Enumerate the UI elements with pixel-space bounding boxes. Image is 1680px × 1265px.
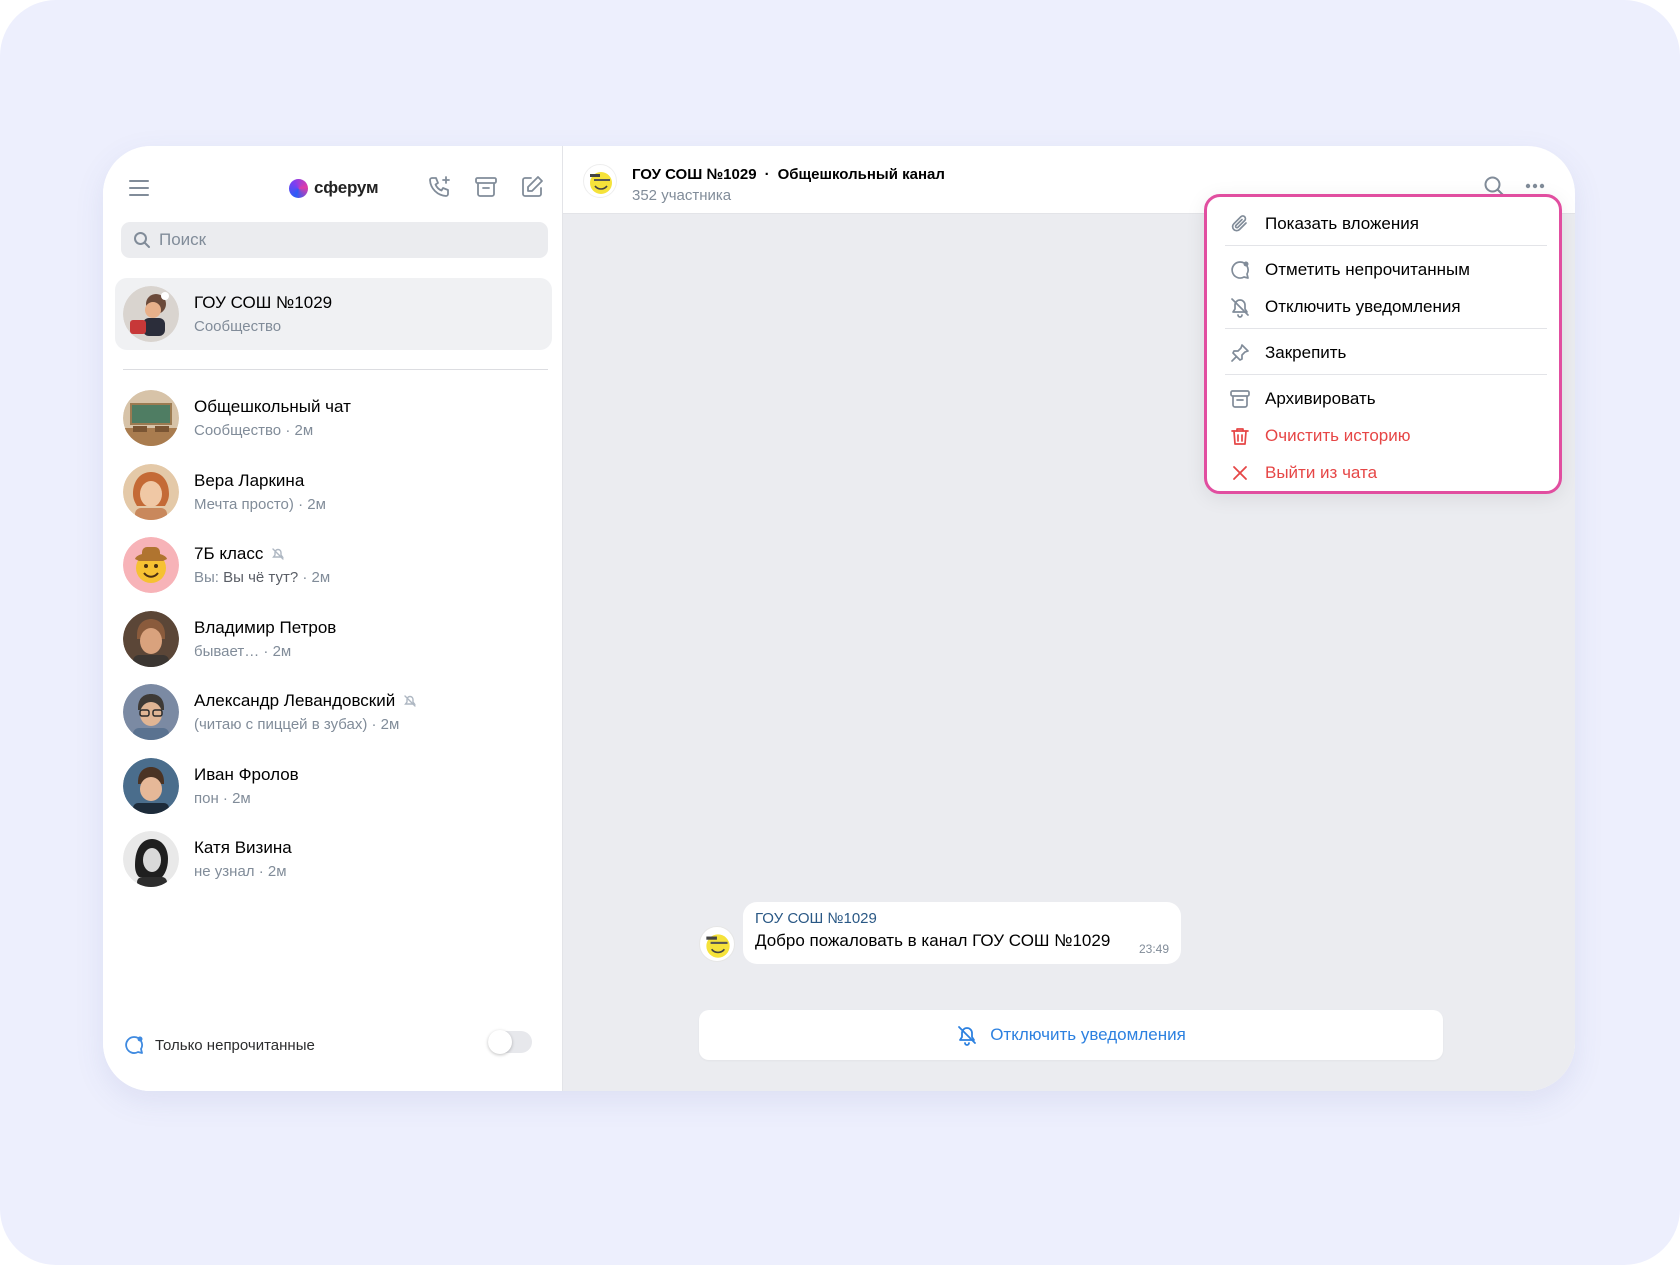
chat-title: Общешкольный чат	[194, 397, 351, 416]
muted-icon	[272, 548, 285, 560]
list-item[interactable]: Общешкольный чат Сообщество · 2м	[115, 382, 552, 454]
chat-name: ГОУ СОШ №1029	[632, 166, 757, 183]
app-window: сферум Поиск ГОУ СОШ №1029 Сообщество Об…	[103, 146, 1575, 1091]
unread-bubble-icon	[125, 1036, 143, 1054]
archive-icon[interactable]	[471, 172, 501, 202]
chat-preview: бывает… · 2м	[194, 643, 292, 660]
message-text: Добро пожаловать в канал ГОУ СОШ №1029	[755, 931, 1111, 950]
chat-preview: Мечта просто) · 2м	[194, 496, 326, 513]
chat-title: Иван Фролов	[194, 765, 299, 784]
unread-only-toggle[interactable]	[488, 1030, 532, 1054]
toggle-knob	[488, 1030, 512, 1054]
channel-avatar[interactable]	[583, 164, 617, 198]
logo-mark-icon	[289, 178, 308, 198]
list-item[interactable]: Катя Визина не узнал · 2м	[115, 823, 552, 895]
chat-title: 7Б класс	[194, 544, 264, 563]
chat-preview: Вы: Вы чё тут? · 2м	[194, 569, 331, 586]
menu-item-mark-unread[interactable]: Отметить непрочитанным	[1219, 253, 1549, 287]
bell-off-icon	[958, 1026, 977, 1046]
menu-item-mute[interactable]: Отключить уведомления	[1219, 290, 1549, 324]
mute-notifications-button[interactable]: Отключить уведомления	[699, 1010, 1443, 1060]
chat-title: Александр Левандовский	[194, 691, 396, 710]
divider	[123, 369, 548, 370]
menu-item-leave-chat[interactable]: Выйти из чата	[1219, 456, 1549, 490]
message-author[interactable]: ГОУ СОШ №1029	[755, 910, 1169, 927]
menu-item-label: Показать вложения	[1265, 214, 1419, 233]
chat-preview: Сообщество · 2м	[194, 422, 314, 439]
channel-name: Общешкольный канал	[777, 166, 945, 183]
chat-title: Вера Ларкина	[194, 471, 305, 490]
trash-icon	[1229, 425, 1251, 447]
avatar	[123, 758, 179, 814]
chat-preview: пон · 2м	[194, 790, 251, 807]
avatar	[123, 390, 179, 446]
chat-title[interactable]: ГОУ СОШ №1029 · Общешкольный канал	[632, 166, 945, 183]
new-call-icon[interactable]	[425, 172, 455, 202]
avatar	[123, 286, 179, 342]
avatar	[123, 684, 179, 740]
menu-item-show-attachments[interactable]: Показать вложения	[1219, 207, 1549, 241]
avatar	[123, 611, 179, 667]
menu-item-archive[interactable]: Архивировать	[1219, 382, 1549, 416]
unread-only-filter: Только непрочитанные	[123, 1030, 543, 1060]
chat-preview: не узнал · 2м	[194, 863, 287, 880]
chat-context-menu: Показать вложения Отметить непрочитанным	[1204, 194, 1562, 494]
chat-title: Владимир Петров	[194, 618, 337, 637]
chat-subtitle: Сообщество	[194, 318, 282, 335]
archive-icon	[1229, 388, 1251, 410]
chat-title: ГОУ СОШ №1029	[194, 293, 333, 312]
search-input[interactable]	[159, 230, 539, 250]
message-avatar[interactable]	[699, 926, 735, 962]
divider	[1225, 328, 1547, 329]
page-background: сферум Поиск ГОУ СОШ №1029 Сообщество Об…	[0, 0, 1680, 1265]
logo-text: сферум	[314, 178, 379, 197]
menu-item-clear-history[interactable]: Очистить историю	[1219, 419, 1549, 453]
divider	[1225, 374, 1547, 375]
list-item[interactable]: Владимир Петров бывает… · 2м	[115, 603, 552, 675]
chat-item-active[interactable]: ГОУ СОШ №1029 Сообщество	[115, 278, 552, 350]
list-item[interactable]: Александр Левандовский (читаю с пиццей в…	[115, 676, 552, 748]
mute-notifications-label: Отключить уведомления	[990, 1025, 1186, 1044]
avatar	[123, 831, 179, 887]
muted-icon	[404, 695, 417, 707]
list-item[interactable]: 7Б класс Вы: Вы чё тут? · 2м	[115, 529, 552, 601]
compose-icon[interactable]	[517, 172, 547, 202]
list-item[interactable]: Иван Фролов пон · 2м	[115, 750, 552, 822]
menu-item-label: Отключить уведомления	[1265, 297, 1461, 316]
message-bubble[interactable]: ГОУ СОШ №1029 Добро пожаловать в канал Г…	[743, 902, 1181, 964]
pin-icon	[1229, 342, 1251, 364]
avatar	[123, 537, 179, 593]
title-separator: ·	[764, 166, 770, 183]
divider	[1225, 245, 1547, 246]
chat-title: Катя Визина	[194, 838, 292, 857]
message: ГОУ СОШ №1029 Добро пожаловать в канал Г…	[699, 902, 1181, 964]
menu-item-label: Закрепить	[1265, 343, 1347, 362]
members-count: 352 участника	[632, 187, 732, 204]
paperclip-icon	[1229, 213, 1251, 235]
bell-off-icon	[1229, 296, 1251, 318]
menu-item-label: Очистить историю	[1265, 426, 1411, 445]
menu-item-label: Отметить непрочитанным	[1265, 260, 1470, 279]
hamburger-menu-icon[interactable]	[123, 172, 155, 204]
search-icon	[134, 232, 150, 248]
unread-bubble-icon	[1229, 259, 1251, 281]
menu-item-pin[interactable]: Закрепить	[1219, 336, 1549, 370]
menu-item-label: Архивировать	[1265, 389, 1376, 408]
message-time: 23:49	[1138, 942, 1169, 956]
close-icon	[1229, 462, 1251, 484]
list-item[interactable]: Вера Ларкина Мечта просто) · 2м	[115, 456, 552, 528]
avatar	[123, 464, 179, 520]
logo: сферум	[289, 174, 379, 202]
sidebar: сферум Поиск ГОУ СОШ №1029 Сообщество Об…	[103, 146, 563, 1091]
search-box[interactable]	[121, 222, 548, 258]
menu-item-label: Выйти из чата	[1265, 463, 1378, 482]
chat-preview: (читаю с пиццей в зубах) · 2м	[194, 716, 400, 733]
unread-only-label: Только непрочитанные	[155, 1036, 315, 1054]
